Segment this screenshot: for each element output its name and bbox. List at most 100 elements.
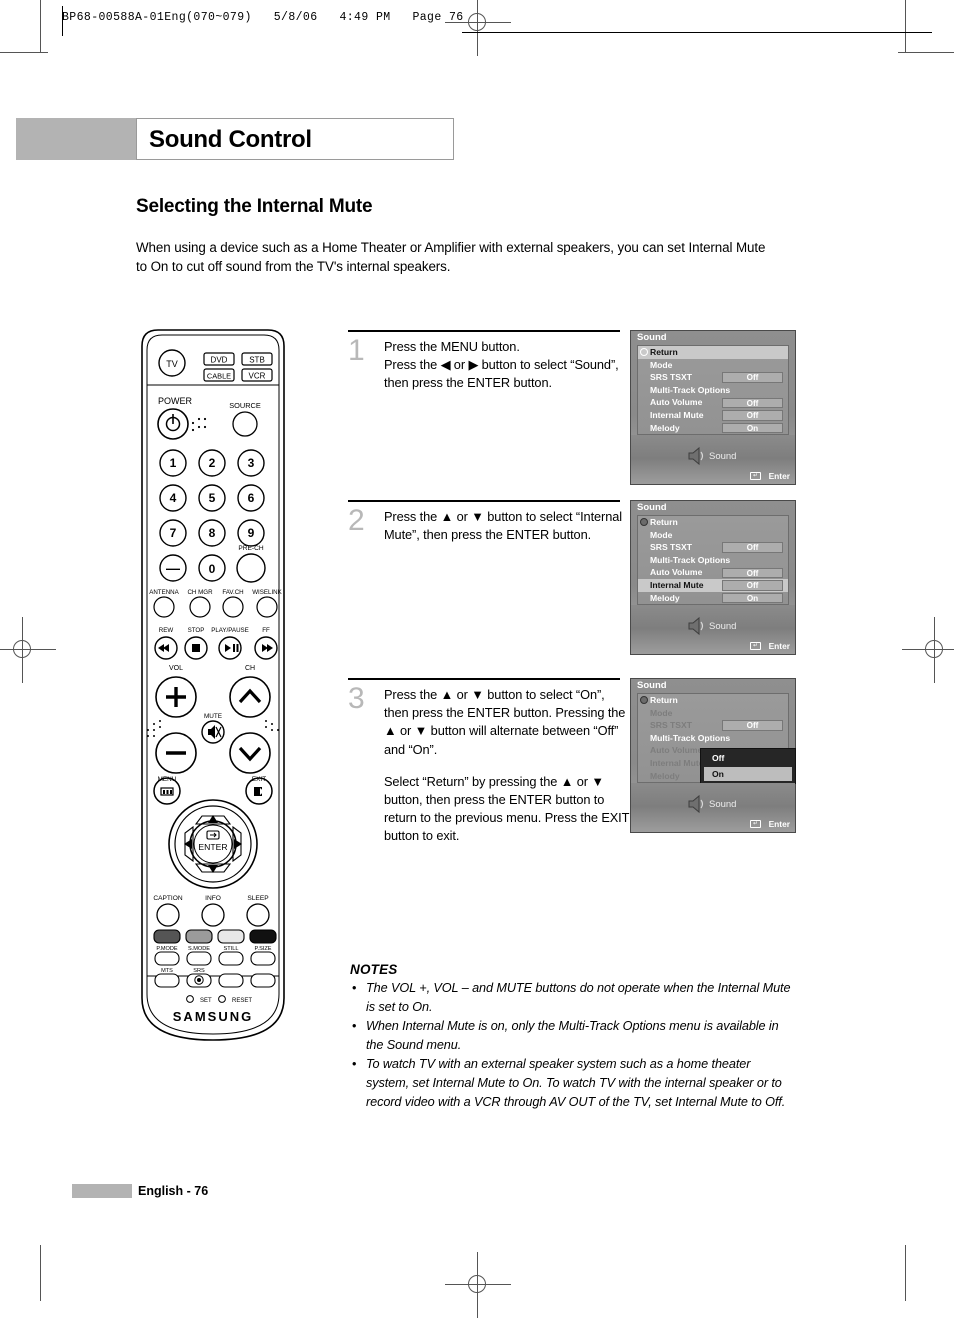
registration-mark-right [902, 617, 954, 683]
osd-row-value[interactable]: Off [722, 720, 783, 731]
osd-row-label: Multi-Track Options [650, 384, 731, 395]
dropdown-option-on[interactable]: On [704, 767, 792, 781]
osd-row-return[interactable]: Return [638, 694, 788, 707]
osd-row-value[interactable]: Off [722, 372, 783, 383]
svg-text:S.MODE: S.MODE [188, 946, 210, 952]
crop-mark-bottom-right-v [905, 1245, 906, 1301]
osd-row-value[interactable]: Off [722, 542, 783, 553]
osd-footer-caption: Sound [709, 621, 737, 632]
svg-text:7: 7 [170, 526, 177, 540]
section-title: Selecting the Internal Mute [136, 196, 373, 217]
osd-screen-2: Sound Return Mode SRS TSXT Off Multi-Tra… [630, 500, 796, 655]
svg-text:MUTE: MUTE [204, 713, 222, 720]
crop-mark-top-right-v [905, 0, 906, 52]
osd-row-label: Return [650, 347, 678, 357]
svg-text:SAMSUNG: SAMSUNG [173, 1009, 253, 1024]
osd-row-value[interactable]: On [722, 592, 783, 604]
osd-enter-label: Enter [768, 819, 790, 829]
osd-row-label: Return [650, 695, 678, 705]
svg-text:2: 2 [209, 456, 216, 470]
svg-text:3: 3 [248, 456, 255, 470]
svg-text:EXIT: EXIT [252, 776, 266, 783]
osd-row-label: Internal Mute [650, 757, 704, 768]
osd-row-label: Internal Mute [650, 409, 704, 420]
osd-title: Sound [637, 680, 667, 691]
enter-key-icon: ↵ [750, 642, 761, 651]
osd-row-auto-volume[interactable]: Auto Volume Off [638, 566, 788, 579]
osd-title: Sound [637, 332, 667, 343]
internal-mute-dropdown[interactable]: Off On [700, 748, 796, 784]
svg-text:9: 9 [248, 526, 255, 540]
osd-row-value[interactable]: Off [722, 410, 783, 421]
svg-text:PLAY/PAUSE: PLAY/PAUSE [211, 627, 249, 634]
speaker-icon [688, 616, 704, 636]
svg-text:4: 4 [170, 491, 177, 505]
return-icon [640, 518, 648, 527]
osd-row-internal-mute[interactable]: Internal Mute Off [638, 409, 788, 422]
osd-row-mode[interactable]: Mode [638, 529, 788, 542]
osd-enter-label: Enter [768, 641, 790, 651]
osd-row-label: Auto Volume [650, 745, 703, 756]
step-divider [348, 330, 620, 332]
step-number: 1 [348, 334, 365, 367]
osd-row-label: SRS TSXT [650, 542, 693, 553]
osd-row-return[interactable]: Return [638, 516, 788, 529]
svg-text:MENU: MENU [158, 776, 177, 783]
step-number: 3 [348, 682, 365, 715]
svg-text:SET: SET [200, 998, 212, 1004]
svg-text:CH MGR: CH MGR [187, 589, 213, 596]
step-paragraph: Select “Return” by pressing the ▲ or ▼ b… [384, 773, 630, 844]
osd-footer: Sound ↵ Enter [631, 605, 795, 654]
remote-control-illustration: TV DVD STB CABLE VCR POWER SOURCE 1 2 3 4 5… [138, 326, 288, 1044]
osd-row-multi-track-options[interactable]: Multi-Track Options [638, 384, 788, 397]
svg-text:ANTENNA: ANTENNA [149, 589, 179, 596]
osd-row-srs-tsxt[interactable]: SRS TSXT Off [638, 371, 788, 384]
page-number: English - 76 [138, 1184, 209, 1198]
osd-enter-label: Enter [768, 471, 790, 481]
osd-row-label: SRS TSXT [650, 372, 693, 383]
osd-row-melody[interactable]: Melody On [638, 592, 788, 605]
step-divider [348, 678, 620, 680]
osd-row-multi-track-options[interactable]: Multi-Track Options [638, 732, 788, 745]
step-divider [348, 500, 620, 502]
osd-row-label: Mode [650, 529, 673, 540]
speaker-icon [688, 446, 704, 466]
osd-menu-panel: Return Mode SRS TSXT Off Multi-Track Opt… [637, 345, 789, 435]
page-footer-band [72, 1184, 132, 1198]
osd-row-label: Melody [650, 770, 680, 781]
svg-text:REW: REW [159, 627, 174, 634]
svg-text:TV: TV [166, 359, 178, 369]
osd-row-return[interactable]: Return [638, 346, 788, 359]
osd-row-value[interactable]: Off [722, 397, 783, 408]
svg-text:POWER: POWER [158, 396, 193, 406]
svg-text:SRS: SRS [193, 968, 205, 974]
print-header: BP68-00588A-01Eng(070~079) 5/8/06 4:49 P… [62, 6, 932, 36]
osd-row-value[interactable]: Off [722, 567, 783, 578]
osd-row-internal-mute[interactable]: Internal Mute Off [638, 578, 788, 592]
osd-row-srs-tsxt[interactable]: SRS TSXT Off [638, 719, 788, 732]
osd-row-mode[interactable]: Mode [638, 359, 788, 372]
osd-row-value[interactable]: Off [722, 580, 783, 591]
osd-row-mode[interactable]: Mode [638, 707, 788, 720]
osd-footer: Sound ↵ Enter [631, 435, 795, 484]
osd-highlight-bar: Return [638, 346, 788, 359]
svg-text:5: 5 [209, 491, 216, 505]
osd-row-multi-track-options[interactable]: Multi-Track Options [638, 554, 788, 567]
osd-row-value[interactable]: On [722, 422, 783, 434]
osd-screen-1: Sound Return Mode SRS TSXT Off Multi-Tra… [630, 330, 796, 485]
svg-text:P.SIZE: P.SIZE [255, 946, 272, 952]
osd-row-melody[interactable]: Melody On [638, 422, 788, 435]
note-item: To watch TV with an external speaker sys… [350, 1055, 796, 1111]
step-text: Press the ▲ or ▼ button to select “Inter… [384, 508, 630, 544]
osd-row-label: Melody [650, 592, 680, 603]
osd-row-auto-volume[interactable]: Auto Volume Off [638, 396, 788, 409]
speaker-icon [688, 794, 704, 814]
svg-text:P.MODE: P.MODE [156, 946, 178, 952]
svg-text:PRE-CH: PRE-CH [238, 545, 264, 552]
svg-text:CAPTION: CAPTION [153, 895, 183, 902]
osd-row-srs-tsxt[interactable]: SRS TSXT Off [638, 541, 788, 554]
dropdown-option-off[interactable]: Off [704, 751, 792, 765]
svg-text:RESET: RESET [232, 998, 252, 1004]
svg-text:SOURCE: SOURCE [229, 401, 261, 410]
notes-section: NOTES The VOL +, VOL – and MUTE buttons … [350, 962, 796, 1112]
